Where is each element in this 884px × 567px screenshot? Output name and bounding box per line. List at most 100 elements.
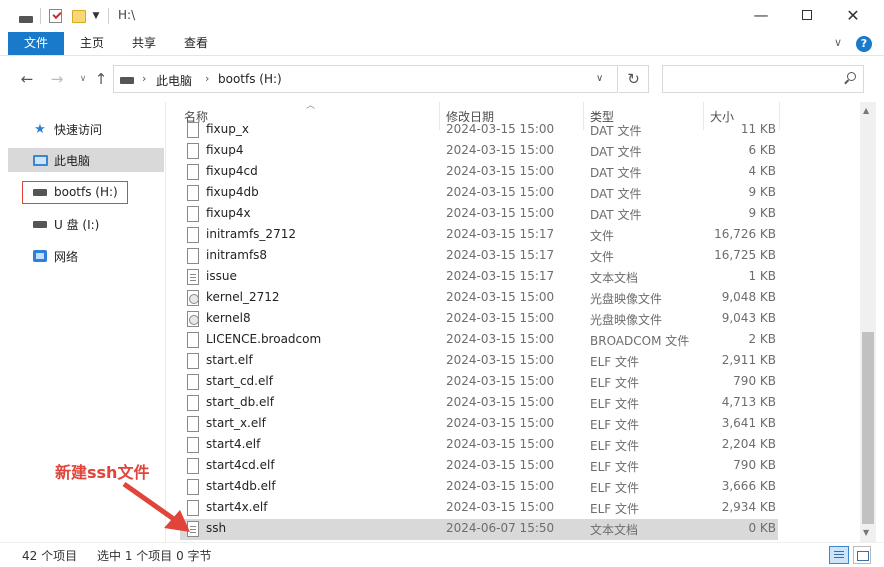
address-bar[interactable]: › 此电脑 › bootfs (H:) ∨ [113,65,618,93]
file-row[interactable]: fixup4db 2024-03-15 15:00 DAT 文件 9 KB [180,183,778,204]
file-row[interactable]: initramfs8 2024-03-15 15:17 文件 16,725 KB [180,246,778,267]
forward-arrow-icon[interactable]: → [48,70,66,88]
file-name: kernel8 [206,311,251,325]
file-row[interactable]: fixup_x 2024-03-15 15:00 DAT 文件 11 KB [180,120,778,141]
chevron-right-icon[interactable]: › [142,72,146,85]
file-row[interactable]: start4db.elf 2024-03-15 15:00 ELF 文件 3,666 … [180,477,778,498]
file-date: 2024-03-15 15:17 [446,248,555,262]
chevron-right-icon[interactable]: › [205,72,209,85]
chevron-down-icon[interactable]: ∨ [596,73,603,84]
large-icons-view-icon[interactable] [853,546,871,564]
file-icon [187,458,199,474]
file-size: 16,725 KB [714,248,776,262]
annotation-arrow-icon [122,481,190,532]
sidebar-item-label: U 盘 (I:) [54,217,100,232]
file-name: start_db.elf [206,395,274,409]
sidebar-item-label: 此电脑 [54,153,91,168]
file-date: 2024-03-15 15:00 [446,311,555,325]
file-name: start4cd.elf [206,458,275,472]
file-name: LICENCE.broadcom [206,332,322,346]
file-size: 11 KB [740,122,776,136]
vertical-scrollbar[interactable]: ▲ ▼ [860,102,876,542]
file-row[interactable]: start4.elf 2024-03-15 15:00 ELF 文件 2,204 KB [180,435,778,456]
file-icon [187,353,199,369]
file-date: 2024-06-07 15:50 [446,521,555,535]
file-row[interactable]: fixup4 2024-03-15 15:00 DAT 文件 6 KB [180,141,778,162]
quick-access-toolbar-dropdown-icon[interactable]: ▼ [90,8,102,24]
file-name: start4x.elf [206,500,268,514]
file-date: 2024-03-15 15:00 [446,122,555,136]
sidebar-item-this-pc[interactable]: 此电脑 [8,148,164,172]
file-row[interactable]: issue 2024-03-15 15:17 文本文档 1 KB [180,267,778,288]
file-name: initramfs_2712 [206,227,296,241]
file-date: 2024-03-15 15:00 [446,353,555,367]
file-type: 文本文档 [590,271,639,285]
file-row[interactable]: start_x.elf 2024-03-15 15:00 ELF 文件 3,641 K… [180,414,778,435]
file-size: 9 KB [748,206,776,220]
sidebar-item-quick-access[interactable]: ★ 快速访问 [8,117,164,141]
scroll-thumb[interactable] [862,332,874,524]
tab-file[interactable]: 文件 [8,32,64,55]
file-size: 4 KB [748,164,776,178]
file-row[interactable]: start_cd.elf 2024-03-15 15:00 ELF 文件 790 KB [180,372,778,393]
file-row[interactable]: ssh 2024-06-07 15:50 文本文档 0 KB [180,519,778,540]
file-size: 2,934 KB [721,500,776,514]
file-name: start4.elf [206,437,261,451]
tab-share[interactable]: 共享 [124,32,164,55]
file-date: 2024-03-15 15:00 [446,374,555,388]
close-button[interactable]: ✕ [830,0,876,30]
file-size: 9,043 KB [721,311,776,325]
breadcrumb-this-pc[interactable]: 此电脑 [156,72,192,89]
file-row[interactable]: LICENCE.broadcom 2024-03-15 15:00 BROADCOM… [180,330,778,351]
properties-icon[interactable] [47,8,63,24]
back-arrow-icon[interactable]: ← [18,70,36,88]
tab-view[interactable]: 查看 [176,32,216,55]
file-size: 3,666 KB [721,479,776,493]
file-row[interactable]: start.elf 2024-03-15 15:00 ELF 文件 2,911 KB [180,351,778,372]
sidebar-item-usb-drive[interactable]: U 盘 (I:) [8,212,164,236]
file-row[interactable]: fixup4x 2024-03-15 15:00 DAT 文件 9 KB [180,204,778,225]
file-icon [187,332,199,348]
file-row[interactable]: initramfs_2712 2024-03-15 15:17 文件 16,726 K… [180,225,778,246]
expand-ribbon-icon[interactable]: ∨ [834,36,842,49]
details-view-icon[interactable] [829,546,849,564]
help-icon[interactable]: ? [856,36,872,52]
file-type: ELF 文件 [590,397,639,411]
file-icon [187,206,199,222]
scroll-down-icon[interactable]: ▼ [863,528,869,537]
file-size: 790 KB [733,374,776,388]
file-row[interactable]: start4x.elf 2024-03-15 15:00 ELF 文件 2,934 K… [180,498,778,519]
file-row[interactable]: kernel8 2024-03-15 15:00 光盘映像文件 9,043 KB [180,309,778,330]
breadcrumb-bootfs[interactable]: bootfs (H:) [218,72,282,86]
file-name: fixup4 [206,143,244,157]
refresh-button[interactable]: ↻ [619,65,649,93]
sidebar-item-network[interactable]: 网络 [8,244,164,268]
file-row[interactable]: start_db.elf 2024-03-15 15:00 ELF 文件 4,713 … [180,393,778,414]
maximize-icon [802,10,812,20]
file-type: 文件 [590,229,615,243]
new-folder-icon[interactable] [71,8,87,24]
file-row[interactable]: kernel_2712 2024-03-15 15:00 光盘映像文件 9,048 K… [180,288,778,309]
maximize-button[interactable] [784,0,830,30]
file-row[interactable]: start4cd.elf 2024-03-15 15:00 ELF 文件 790 KB [180,456,778,477]
file-icon [187,122,199,138]
file-row[interactable]: fixup4cd 2024-03-15 15:00 DAT 文件 4 KB [180,162,778,183]
file-size: 9 KB [748,185,776,199]
file-type: BROADCOM 文件 [590,334,690,348]
file-size: 1 KB [748,269,776,283]
file-size: 6 KB [748,143,776,157]
search-input[interactable] [662,65,864,93]
file-date: 2024-03-15 15:00 [446,395,555,409]
file-date: 2024-03-15 15:00 [446,143,555,157]
file-name: start_x.elf [206,416,266,430]
scroll-up-icon[interactable]: ▲ [863,106,869,115]
up-arrow-icon[interactable]: ↑ [92,70,110,88]
tab-home[interactable]: 主页 [72,32,112,55]
sidebar-item-label: 快速访问 [54,122,103,137]
recent-locations-chevron-icon[interactable]: ∨ [74,74,92,84]
item-count: 42 个项目 [22,549,78,563]
minimize-button[interactable]: — [738,0,784,30]
file-size: 2,911 KB [721,353,776,367]
file-size: 9,048 KB [721,290,776,304]
title-separator [40,8,41,24]
